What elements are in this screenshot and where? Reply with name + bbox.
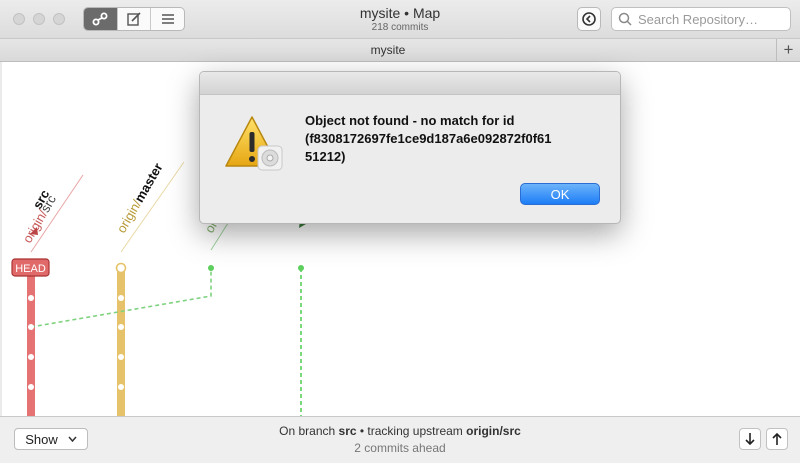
- dialog-message: Object not found - no match for id (f830…: [305, 113, 552, 164]
- tab-bar: mysite +: [0, 39, 800, 62]
- commit-count: 218 commits: [371, 22, 429, 33]
- window-title: mysite • Map: [359, 5, 441, 21]
- view-mode-control: [83, 7, 185, 31]
- status-bar: Show On branch src • tracking upstream o…: [0, 416, 800, 463]
- commit-node[interactable]: [28, 354, 34, 360]
- commit-node[interactable]: [118, 324, 124, 330]
- warning-icon: [225, 116, 283, 171]
- search-field[interactable]: [611, 7, 791, 31]
- pull-button[interactable]: [739, 428, 761, 450]
- master-name: master: [131, 160, 165, 204]
- commit-node[interactable]: [115, 262, 127, 274]
- history-icon: [582, 12, 596, 26]
- add-tab-icon: +: [783, 40, 794, 59]
- pull-icon: [745, 433, 755, 446]
- commit-node[interactable]: [118, 354, 124, 360]
- chevron-down-icon: [68, 436, 77, 442]
- commit-node[interactable]: [118, 295, 124, 301]
- error-dialog: Object not found - no match for id (f830…: [199, 71, 621, 224]
- push-icon: [772, 432, 782, 445]
- lane-master: [117, 268, 125, 416]
- commit-node[interactable]: [208, 265, 214, 271]
- add-tab-button[interactable]: +: [776, 39, 800, 61]
- close-window-button[interactable]: [13, 13, 25, 25]
- current-branch: src: [338, 424, 357, 438]
- show-button-label: Show: [25, 431, 58, 447]
- history-button[interactable]: [577, 7, 601, 31]
- minimize-window-button[interactable]: [33, 13, 45, 25]
- ahead-count: 2 commits ahead: [354, 441, 446, 455]
- tab-mysite[interactable]: mysite: [0, 43, 776, 57]
- status-middle: • tracking upstream: [356, 424, 467, 438]
- dialog-titlebar: [200, 72, 620, 95]
- map-view-button[interactable]: [84, 8, 118, 30]
- commit-view-button[interactable]: [118, 8, 152, 30]
- edit-icon: [127, 12, 141, 26]
- title-bar: mysite • Map 218 commits: [0, 0, 800, 39]
- branch-status: On branch src • tracking upstream origin…: [200, 424, 600, 438]
- commit-node[interactable]: [298, 265, 304, 271]
- zoom-window-button[interactable]: [53, 13, 65, 25]
- commit-node[interactable]: [28, 384, 34, 390]
- list-view-button[interactable]: [151, 8, 184, 30]
- commit-node[interactable]: [118, 384, 124, 390]
- search-input[interactable]: [638, 11, 783, 27]
- branch-label-origin-master[interactable]: origin/master: [114, 160, 166, 235]
- search-icon: [618, 12, 632, 26]
- master-branch-label: origin/master: [114, 160, 166, 235]
- show-popup-button[interactable]: Show: [14, 428, 88, 450]
- commit-node[interactable]: [28, 324, 34, 330]
- graph-view-icon: [92, 12, 108, 26]
- upstream-branch: origin/src: [466, 424, 521, 438]
- ok-button[interactable]: OK: [520, 183, 600, 205]
- list-icon: [161, 14, 174, 24]
- commit-node[interactable]: [28, 295, 34, 301]
- status-prefix: On branch: [279, 424, 339, 438]
- head-badge-label: HEAD: [15, 263, 46, 275]
- push-button[interactable]: [766, 428, 788, 450]
